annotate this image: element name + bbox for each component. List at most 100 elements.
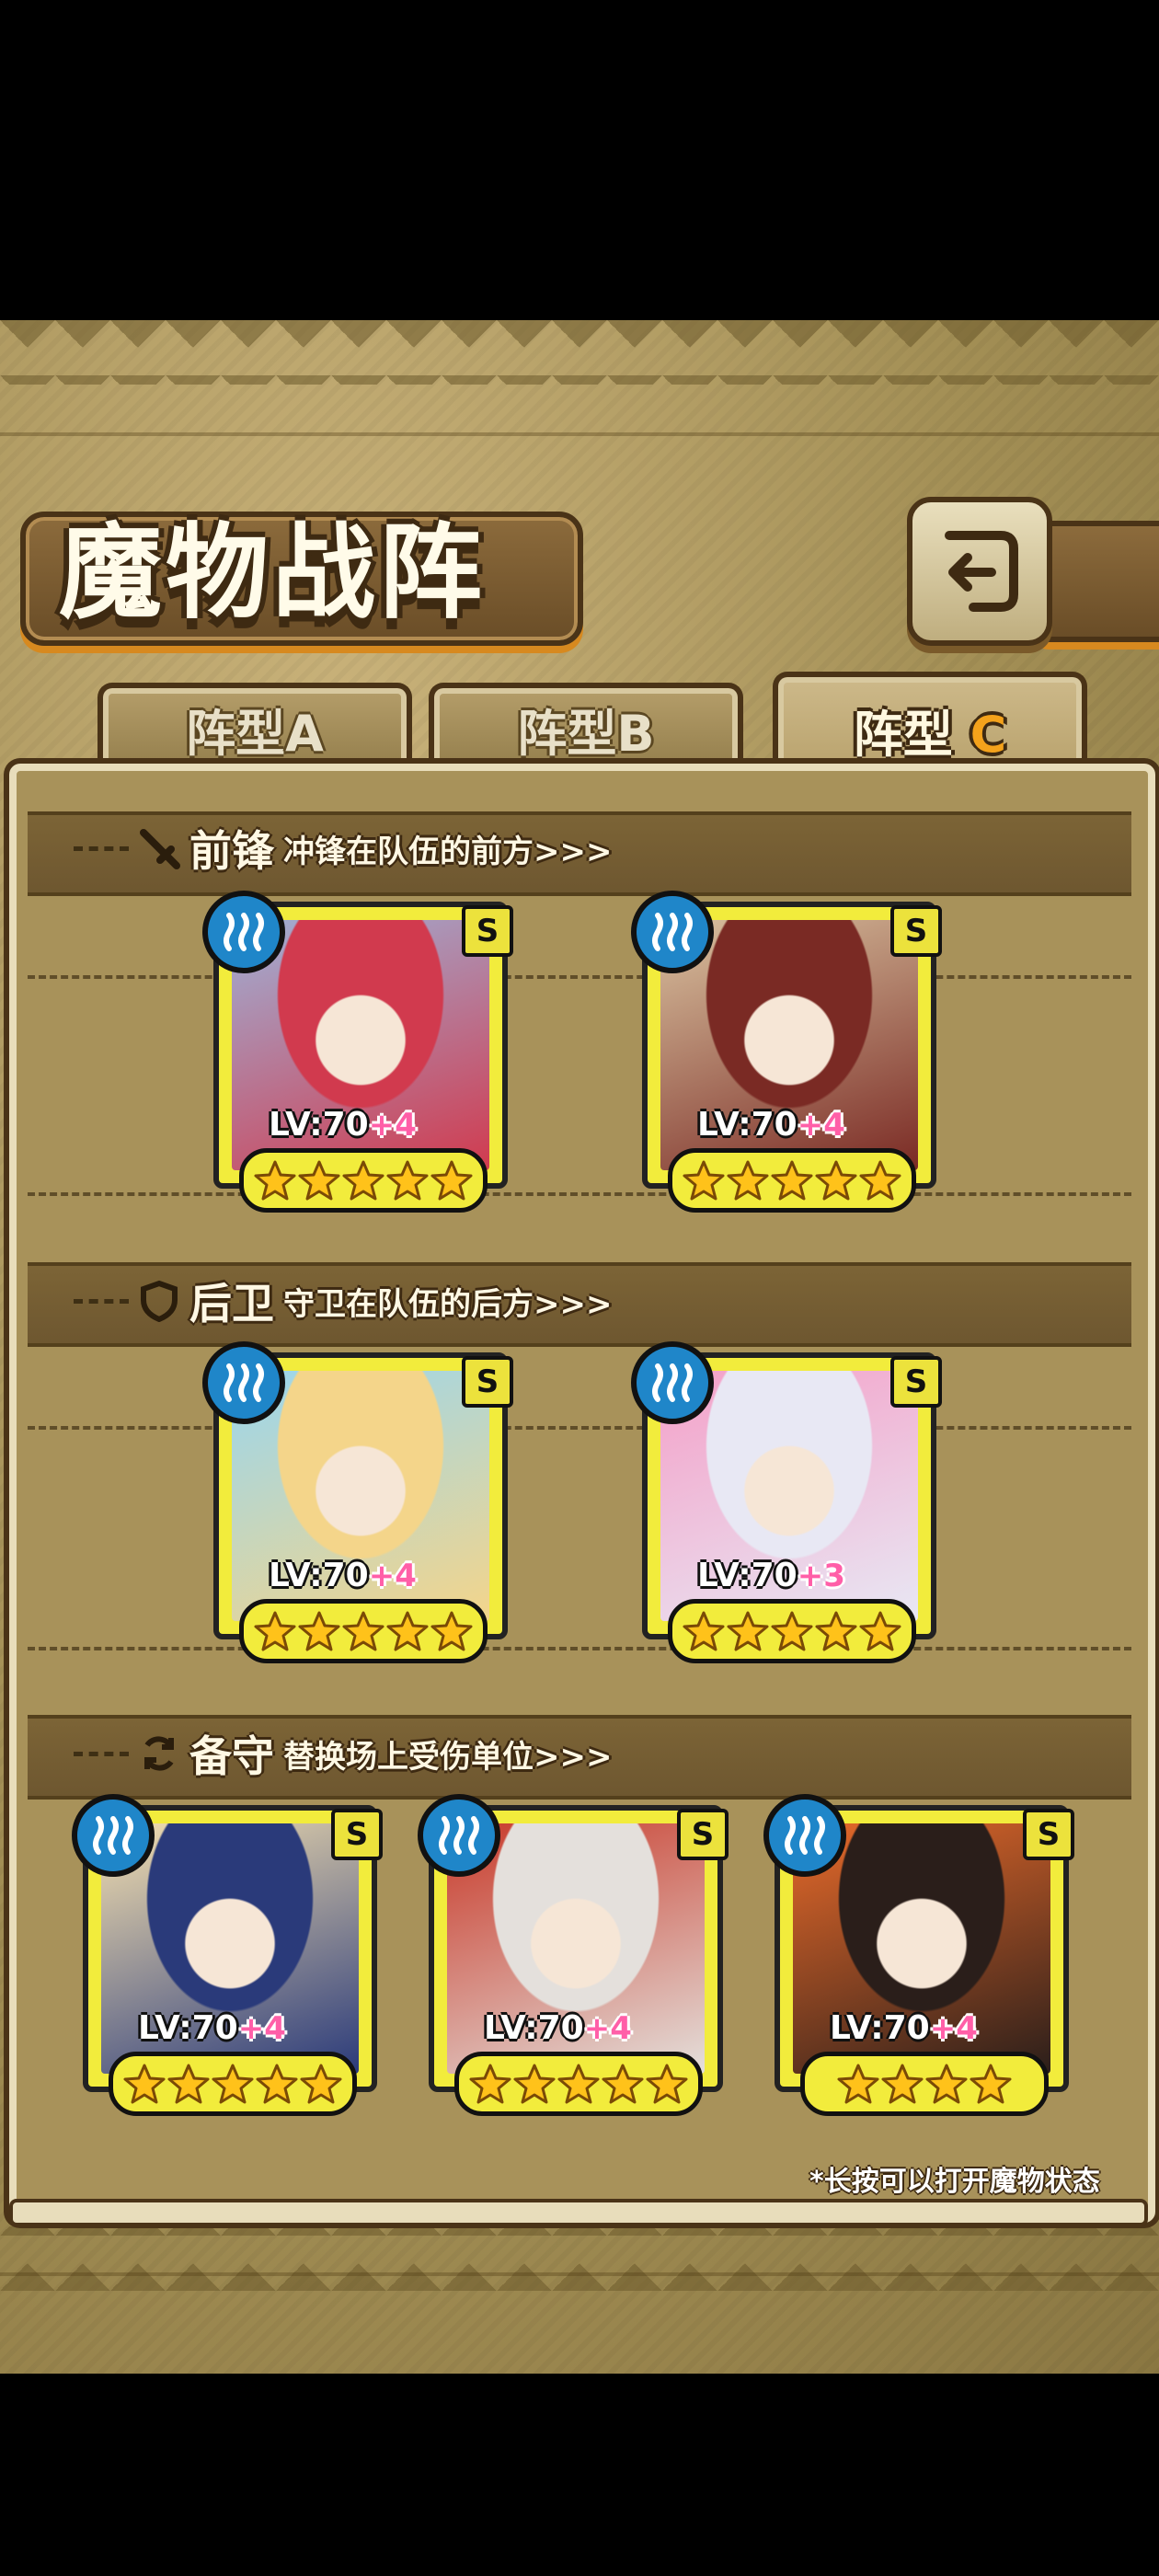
star-icon (970, 2064, 1012, 2104)
level-value: LV:70 (269, 1106, 369, 1144)
star-icon (925, 2064, 968, 2104)
swap-icon (144, 1736, 174, 1771)
level-value: LV:70 (697, 1106, 798, 1144)
monster-card[interactable]: S LV:70+4 (72, 1794, 383, 2116)
water-element-badge (202, 1341, 285, 1424)
star-icon (212, 2064, 254, 2104)
divider (28, 1192, 1131, 1196)
monster-card[interactable]: S LV:70+3 (631, 1341, 942, 1663)
star-icon (859, 1160, 901, 1201)
level-value: LV:70 (269, 1557, 369, 1594)
rank-badge: S (890, 905, 942, 957)
torn-edge-bottom (0, 2226, 1159, 2291)
star-icon (298, 1160, 340, 1201)
star-icon (386, 1611, 429, 1651)
level-bonus: +4 (237, 2010, 286, 2047)
monster-card[interactable]: S LV:70+4 (631, 891, 942, 1213)
torn-edge-top (0, 320, 1159, 385)
star-rating (454, 2052, 703, 2116)
level-value: LV:70 (138, 2009, 238, 2047)
level-bonus: +4 (583, 2010, 632, 2047)
level-value: LV:70 (830, 2009, 930, 2047)
level-bonus: +4 (368, 1558, 417, 1594)
level-bonus: +4 (368, 1107, 417, 1144)
divider (28, 1426, 1131, 1430)
star-icon (256, 2064, 298, 2104)
star-icon (430, 1611, 473, 1651)
shield-icon (141, 1280, 178, 1322)
star-rating (109, 2052, 357, 2116)
page-title: 魔物战阵 (59, 512, 486, 633)
back-button[interactable] (907, 497, 1052, 646)
star-icon (342, 1160, 384, 1201)
rank-badge: S (462, 905, 513, 957)
star-rating (668, 1148, 916, 1213)
star-icon (881, 2064, 924, 2104)
star-icon (430, 1160, 473, 1201)
level-bonus: +4 (929, 2010, 978, 2047)
star-icon (683, 1160, 725, 1201)
back-arrow-icon (945, 531, 1018, 612)
section-name: 后卫 (189, 1279, 274, 1328)
star-icon (123, 2064, 166, 2104)
water-element-badge (631, 891, 714, 973)
star-icon (837, 2064, 879, 2104)
level-bonus: +4 (797, 1107, 845, 1144)
monster-card[interactable]: S LV:70+4 (763, 1794, 1074, 2116)
rank-badge: S (331, 1809, 383, 1860)
rank-badge: S (462, 1356, 513, 1408)
star-icon (727, 1611, 769, 1651)
star-icon (386, 1160, 429, 1201)
monster-card[interactable]: S LV:70+4 (202, 891, 513, 1213)
board-bottom-rail (9, 2199, 1148, 2226)
star-icon (771, 1160, 813, 1201)
star-icon (859, 1611, 901, 1651)
map-line (0, 432, 1159, 436)
star-icon (298, 1611, 340, 1651)
level-bonus: +3 (797, 1558, 845, 1594)
rank-badge: S (890, 1356, 942, 1408)
star-icon (254, 1611, 296, 1651)
star-icon (342, 1611, 384, 1651)
star-icon (683, 1611, 725, 1651)
level-value: LV:70 (484, 2009, 584, 2047)
rank-badge: S (1023, 1809, 1074, 1860)
monster-card[interactable]: S LV:70+4 (202, 1341, 513, 1663)
water-element-badge (631, 1341, 714, 1424)
star-icon (815, 1160, 857, 1201)
star-icon (646, 2064, 688, 2104)
star-icon (771, 1611, 813, 1651)
rank-badge: S (677, 1809, 729, 1860)
section-title-front: 前锋 冲锋在队伍的前方>>> (74, 821, 717, 876)
section-title-rear: 后卫 守卫在队伍的后方>>> (74, 1273, 717, 1328)
water-element-badge (418, 1794, 500, 1877)
star-icon (727, 1160, 769, 1201)
divider (28, 1647, 1131, 1650)
star-icon (254, 1160, 296, 1201)
star-rating (239, 1599, 488, 1663)
level-value: LV:70 (697, 1557, 798, 1594)
section-name: 备守 (189, 1731, 274, 1781)
section-desc: 替换场上受伤单位>>> (283, 1738, 613, 1776)
sword-icon (140, 829, 180, 869)
star-icon (815, 1611, 857, 1651)
section-desc: 冲锋在队伍的前方>>> (283, 833, 613, 870)
water-element-badge (763, 1794, 846, 1877)
star-rating (668, 1599, 916, 1663)
water-element-badge (72, 1794, 155, 1877)
divider (28, 975, 1131, 979)
map-line (0, 2272, 1159, 2276)
star-icon (167, 2064, 210, 2104)
section-title-reserve: 备守 替换场上受伤单位>>> (74, 1726, 717, 1781)
star-rating (800, 2052, 1049, 2116)
section-desc: 守卫在队伍的后方>>> (283, 1285, 613, 1323)
long-press-hint: *长按可以打开魔物状态 (809, 2166, 1100, 2198)
star-icon (469, 2064, 511, 2104)
star-icon (300, 2064, 342, 2104)
section-name: 前锋 (189, 826, 274, 876)
water-element-badge (202, 891, 285, 973)
star-icon (602, 2064, 644, 2104)
star-icon (513, 2064, 556, 2104)
star-icon (557, 2064, 600, 2104)
monster-card[interactable]: S LV:70+4 (418, 1794, 729, 2116)
